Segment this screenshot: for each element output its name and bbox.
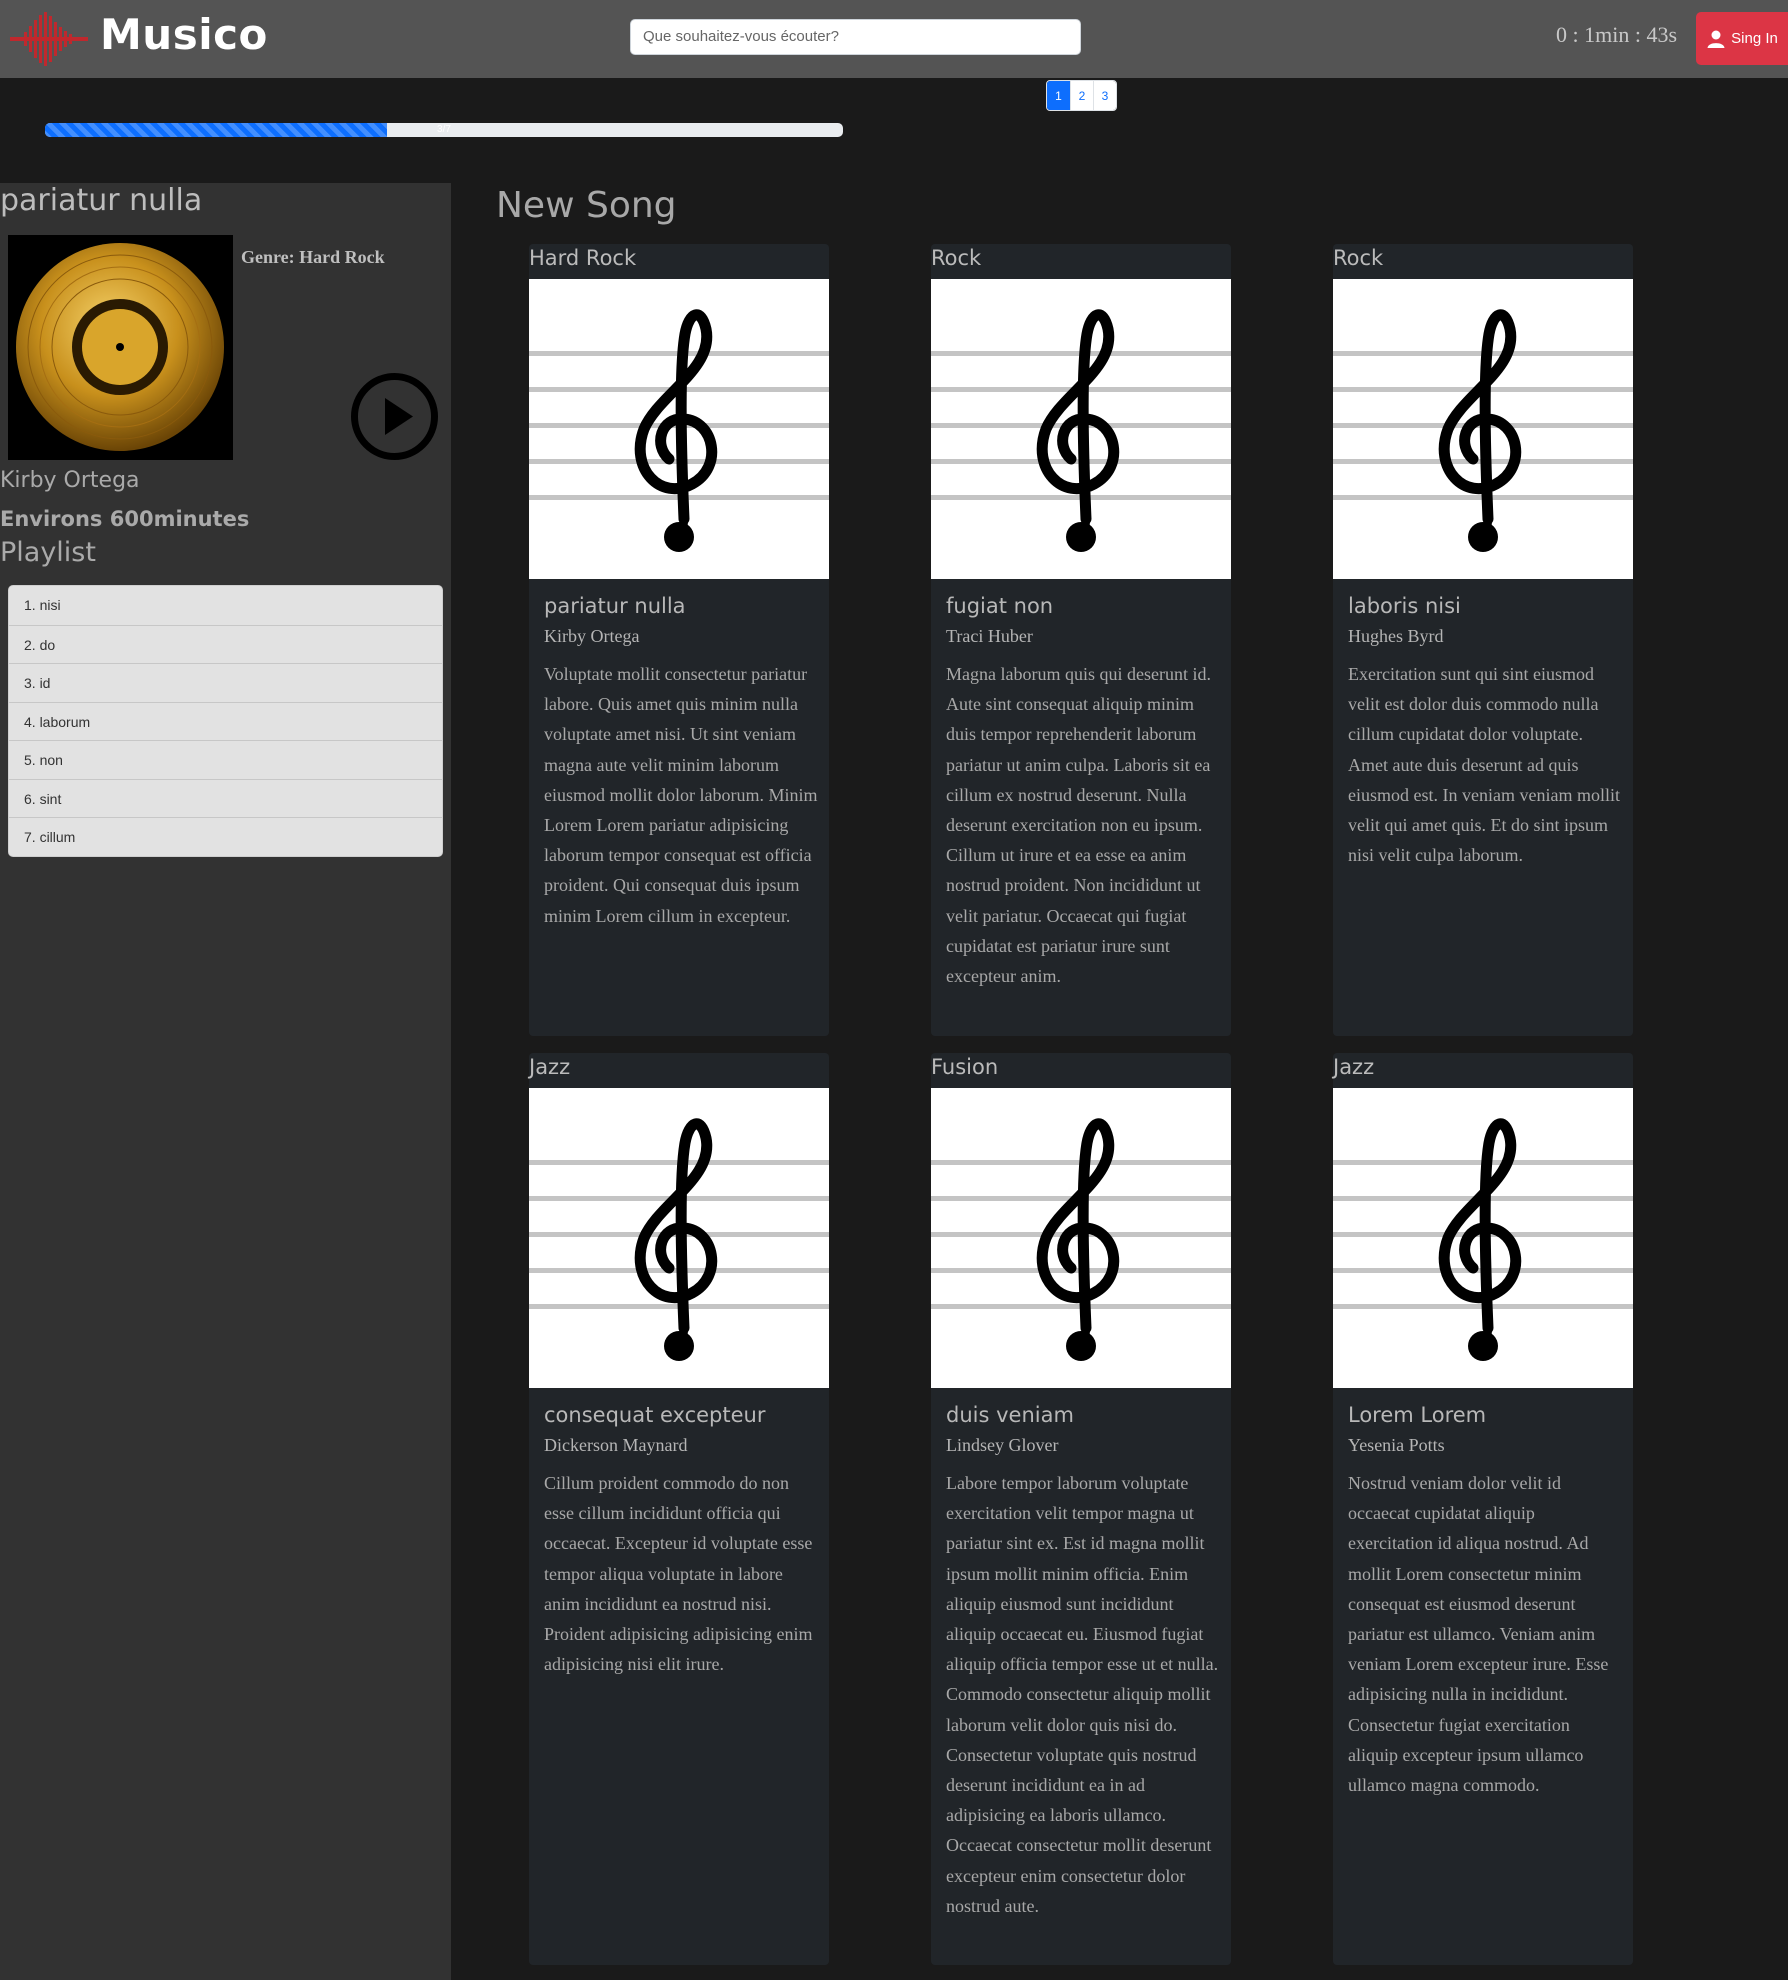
card-artist: Kirby Ortega — [544, 626, 640, 646]
pagination: 1 2 3 — [1046, 80, 1117, 111]
soundwave-logo-icon[interactable] — [10, 12, 88, 66]
card-artist: Lindsey Glover — [946, 1435, 1059, 1455]
brand-name[interactable]: Musico — [100, 10, 268, 59]
song-card[interactable]: Hard Rock pariatur nulla Kirby Ortega Vo… — [529, 244, 829, 1036]
signin-label: Sing In — [1731, 30, 1778, 47]
card-description: Cillum proident commodo do non esse cill… — [544, 1473, 813, 1675]
section-title: New Song — [496, 185, 677, 226]
card-title[interactable]: duis veniam — [946, 1403, 1221, 1427]
song-card[interactable]: Jazz consequat excepteur Dickerson Mayna… — [529, 1053, 829, 1965]
card-description: Magna laborum quis qui deserunt id. Aute… — [946, 664, 1211, 987]
card-genre: Rock — [1333, 246, 1384, 270]
playlist-item[interactable]: 6. sint — [9, 778, 442, 818]
treble-clef-icon — [931, 279, 1231, 579]
treble-clef-icon — [529, 1088, 829, 1388]
card-title[interactable]: fugiat non — [946, 594, 1221, 618]
playlist: 1. nisi 2. do 3. id 4. laborum 5. non 6.… — [8, 585, 443, 857]
card-description: Voluptate mollit consectetur pariatur la… — [544, 664, 818, 926]
listening-timer: 0 : 1min : 43s — [1556, 22, 1678, 47]
page-link[interactable]: 2 — [1070, 81, 1093, 110]
playlist-item[interactable]: 7. cillum — [9, 817, 442, 856]
card-description: Exercitation sunt qui sint eiusmod velit… — [1348, 664, 1620, 866]
song-card[interactable]: Rock laboris nisi Hughes Byrd Exercitati… — [1333, 244, 1633, 1036]
progress-label: 3/7 — [437, 124, 451, 135]
card-artist: Hughes Byrd — [1348, 626, 1444, 646]
play-circle-icon[interactable] — [350, 372, 439, 461]
treble-clef-icon — [1333, 279, 1633, 579]
card-title[interactable]: consequat excepteur — [544, 1403, 819, 1427]
card-artist: Yesenia Potts — [1348, 1435, 1445, 1455]
card-genre: Jazz — [1333, 1055, 1375, 1079]
card-artist: Traci Huber — [946, 626, 1033, 646]
playlist-item[interactable]: 5. non — [9, 740, 442, 779]
now-playing-genre: Genre: Hard Rock — [241, 247, 385, 267]
song-card[interactable]: Rock fugiat non Traci Huber Magna laboru… — [931, 244, 1231, 1036]
card-title[interactable]: pariatur nulla — [544, 594, 819, 618]
playlist-duration: Environs 600minutes — [0, 507, 250, 531]
song-card[interactable]: Fusion duis veniam Lindsey Glover Labore… — [931, 1053, 1231, 1965]
card-title[interactable]: laboris nisi — [1348, 594, 1623, 618]
page-link[interactable]: 1 — [1047, 81, 1070, 110]
card-artist: Dickerson Maynard — [544, 1435, 688, 1455]
page-link[interactable]: 3 — [1093, 81, 1116, 110]
playlist-item[interactable]: 3. id — [9, 663, 442, 702]
card-genre: Rock — [931, 246, 982, 270]
card-title[interactable]: Lorem Lorem — [1348, 1403, 1623, 1427]
playlist-progress: 3/7 — [45, 123, 843, 137]
playlist-item[interactable]: 2. do — [9, 624, 442, 664]
signin-button[interactable]: Sing In — [1696, 12, 1788, 65]
now-playing-title: pariatur nulla — [0, 183, 203, 218]
user-icon — [1707, 30, 1725, 48]
treble-clef-icon — [931, 1088, 1231, 1388]
golden-record-icon — [8, 235, 233, 460]
card-description: Nostrud veniam dolor velit id occaecat c… — [1348, 1473, 1609, 1796]
search-input[interactable]: Que souhaitez-vous écouter? — [630, 19, 1081, 55]
card-description: Labore tempor laborum voluptate exercita… — [946, 1473, 1219, 1916]
song-card[interactable]: Jazz Lorem Lorem Yesenia Potts Nostrud v… — [1333, 1053, 1633, 1965]
playlist-heading: Playlist — [0, 537, 96, 568]
card-genre: Fusion — [931, 1055, 999, 1079]
treble-clef-icon — [529, 279, 829, 579]
now-playing-sidebar: pariatur nulla Genre: Hard Rock Kirby Or… — [0, 183, 451, 1980]
card-genre: Jazz — [529, 1055, 571, 1079]
navbar: Musico Que souhaitez-vous écouter? 0 : 1… — [0, 0, 1788, 78]
playlist-item[interactable]: 1. nisi — [9, 586, 442, 625]
playlist-item[interactable]: 4. laborum — [9, 701, 442, 741]
card-genre: Hard Rock — [529, 246, 637, 270]
now-playing-artist: Kirby Ortega — [0, 468, 140, 493]
treble-clef-icon — [1333, 1088, 1633, 1388]
